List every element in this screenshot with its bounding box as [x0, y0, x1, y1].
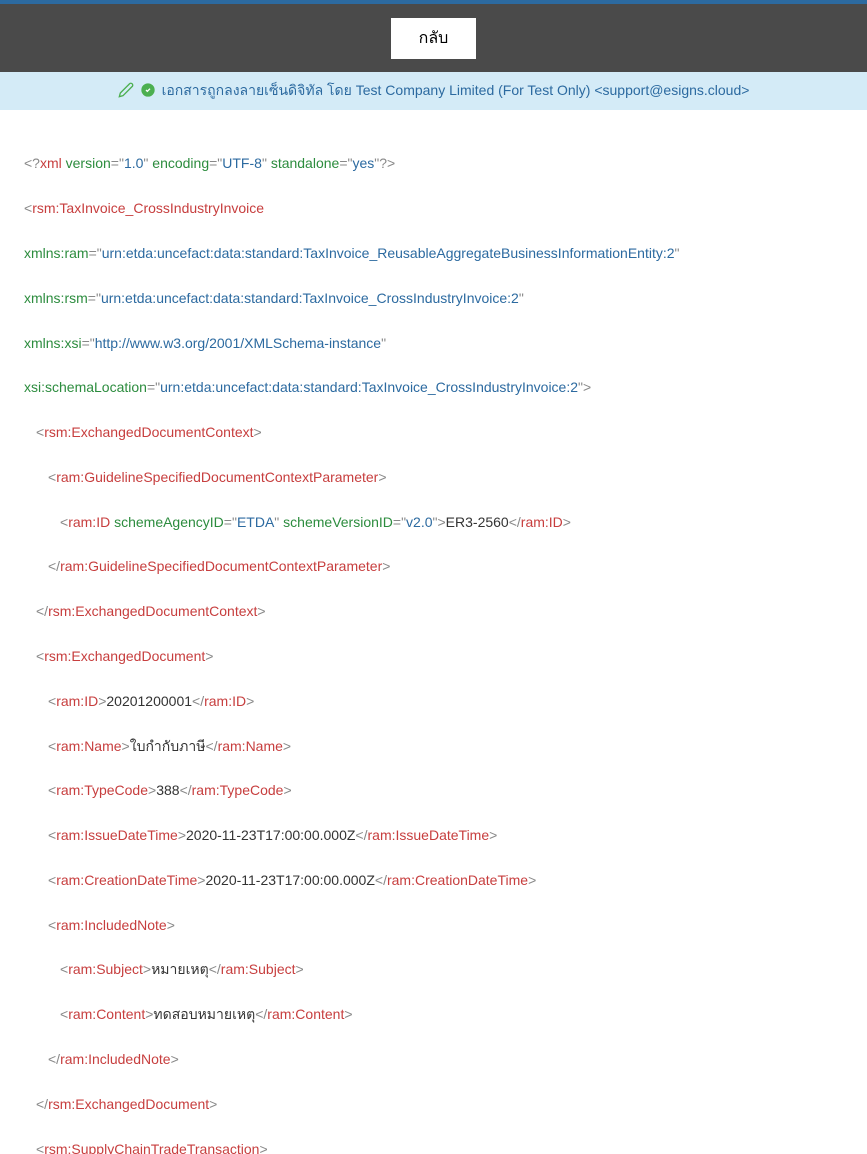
xml-note-close: </ram:IncludedNote>: [24, 1048, 843, 1070]
xml-ed-close: </rsm:ExchangedDocument>: [24, 1093, 843, 1115]
xml-root-open: <rsm:TaxInvoice_CrossIndustryInvoice: [24, 197, 843, 219]
back-button[interactable]: กลับ: [391, 18, 477, 59]
xml-edc-open: <rsm:ExchangedDocumentContext>: [24, 421, 843, 443]
xml-note-open: <ram:IncludedNote>: [24, 914, 843, 936]
signature-text: เอกสารถูกลงลายเซ็นดิจิทัล โดย Test Compa…: [162, 80, 750, 102]
xml-doc-creationdate: <ram:CreationDateTime>2020-11-23T17:00:0…: [24, 869, 843, 891]
xml-doc-typecode: <ram:TypeCode>388</ram:TypeCode>: [24, 779, 843, 801]
check-circle-icon: [140, 82, 156, 101]
xml-declaration: <?xml version="1.0" encoding="UTF-8" sta…: [24, 152, 843, 174]
signature-bar: เอกสารถูกลงลายเซ็นดิจิทัล โดย Test Compa…: [0, 72, 867, 110]
xml-viewer: <?xml version="1.0" encoding="UTF-8" sta…: [0, 110, 867, 1154]
xml-edc-close: </rsm:ExchangedDocumentContext>: [24, 600, 843, 622]
xml-schema-location: xsi:schemaLocation="urn:etda:uncefact:da…: [24, 376, 843, 398]
xml-ns-ram: xmlns:ram="urn:etda:uncefact:data:standa…: [24, 242, 843, 264]
xml-doc-issuedate: <ram:IssueDateTime>2020-11-23T17:00:00.0…: [24, 824, 843, 846]
xml-guideline-id: <ram:ID schemeAgencyID="ETDA" schemeVers…: [24, 511, 843, 533]
xml-ns-xsi: xmlns:xsi="http://www.w3.org/2001/XMLSch…: [24, 332, 843, 354]
xml-ns-rsm: xmlns:rsm="urn:etda:uncefact:data:standa…: [24, 287, 843, 309]
xml-note-content: <ram:Content>ทดสอบหมายเหตุ</ram:Content>: [24, 1003, 843, 1025]
xml-guideline-close: </ram:GuidelineSpecifiedDocumentContextP…: [24, 555, 843, 577]
xml-note-subject: <ram:Subject>หมายเหตุ</ram:Subject>: [24, 958, 843, 980]
xml-guideline-open: <ram:GuidelineSpecifiedDocumentContextPa…: [24, 466, 843, 488]
xml-doc-id: <ram:ID>20201200001</ram:ID>: [24, 690, 843, 712]
signature-pen-icon: [118, 82, 134, 101]
xml-supply-open: <rsm:SupplyChainTradeTransaction>: [24, 1138, 843, 1154]
xml-doc-name: <ram:Name>ใบกำกับภาษี</ram:Name>: [24, 735, 843, 757]
header-bar: กลับ: [0, 4, 867, 72]
xml-ed-open: <rsm:ExchangedDocument>: [24, 645, 843, 667]
